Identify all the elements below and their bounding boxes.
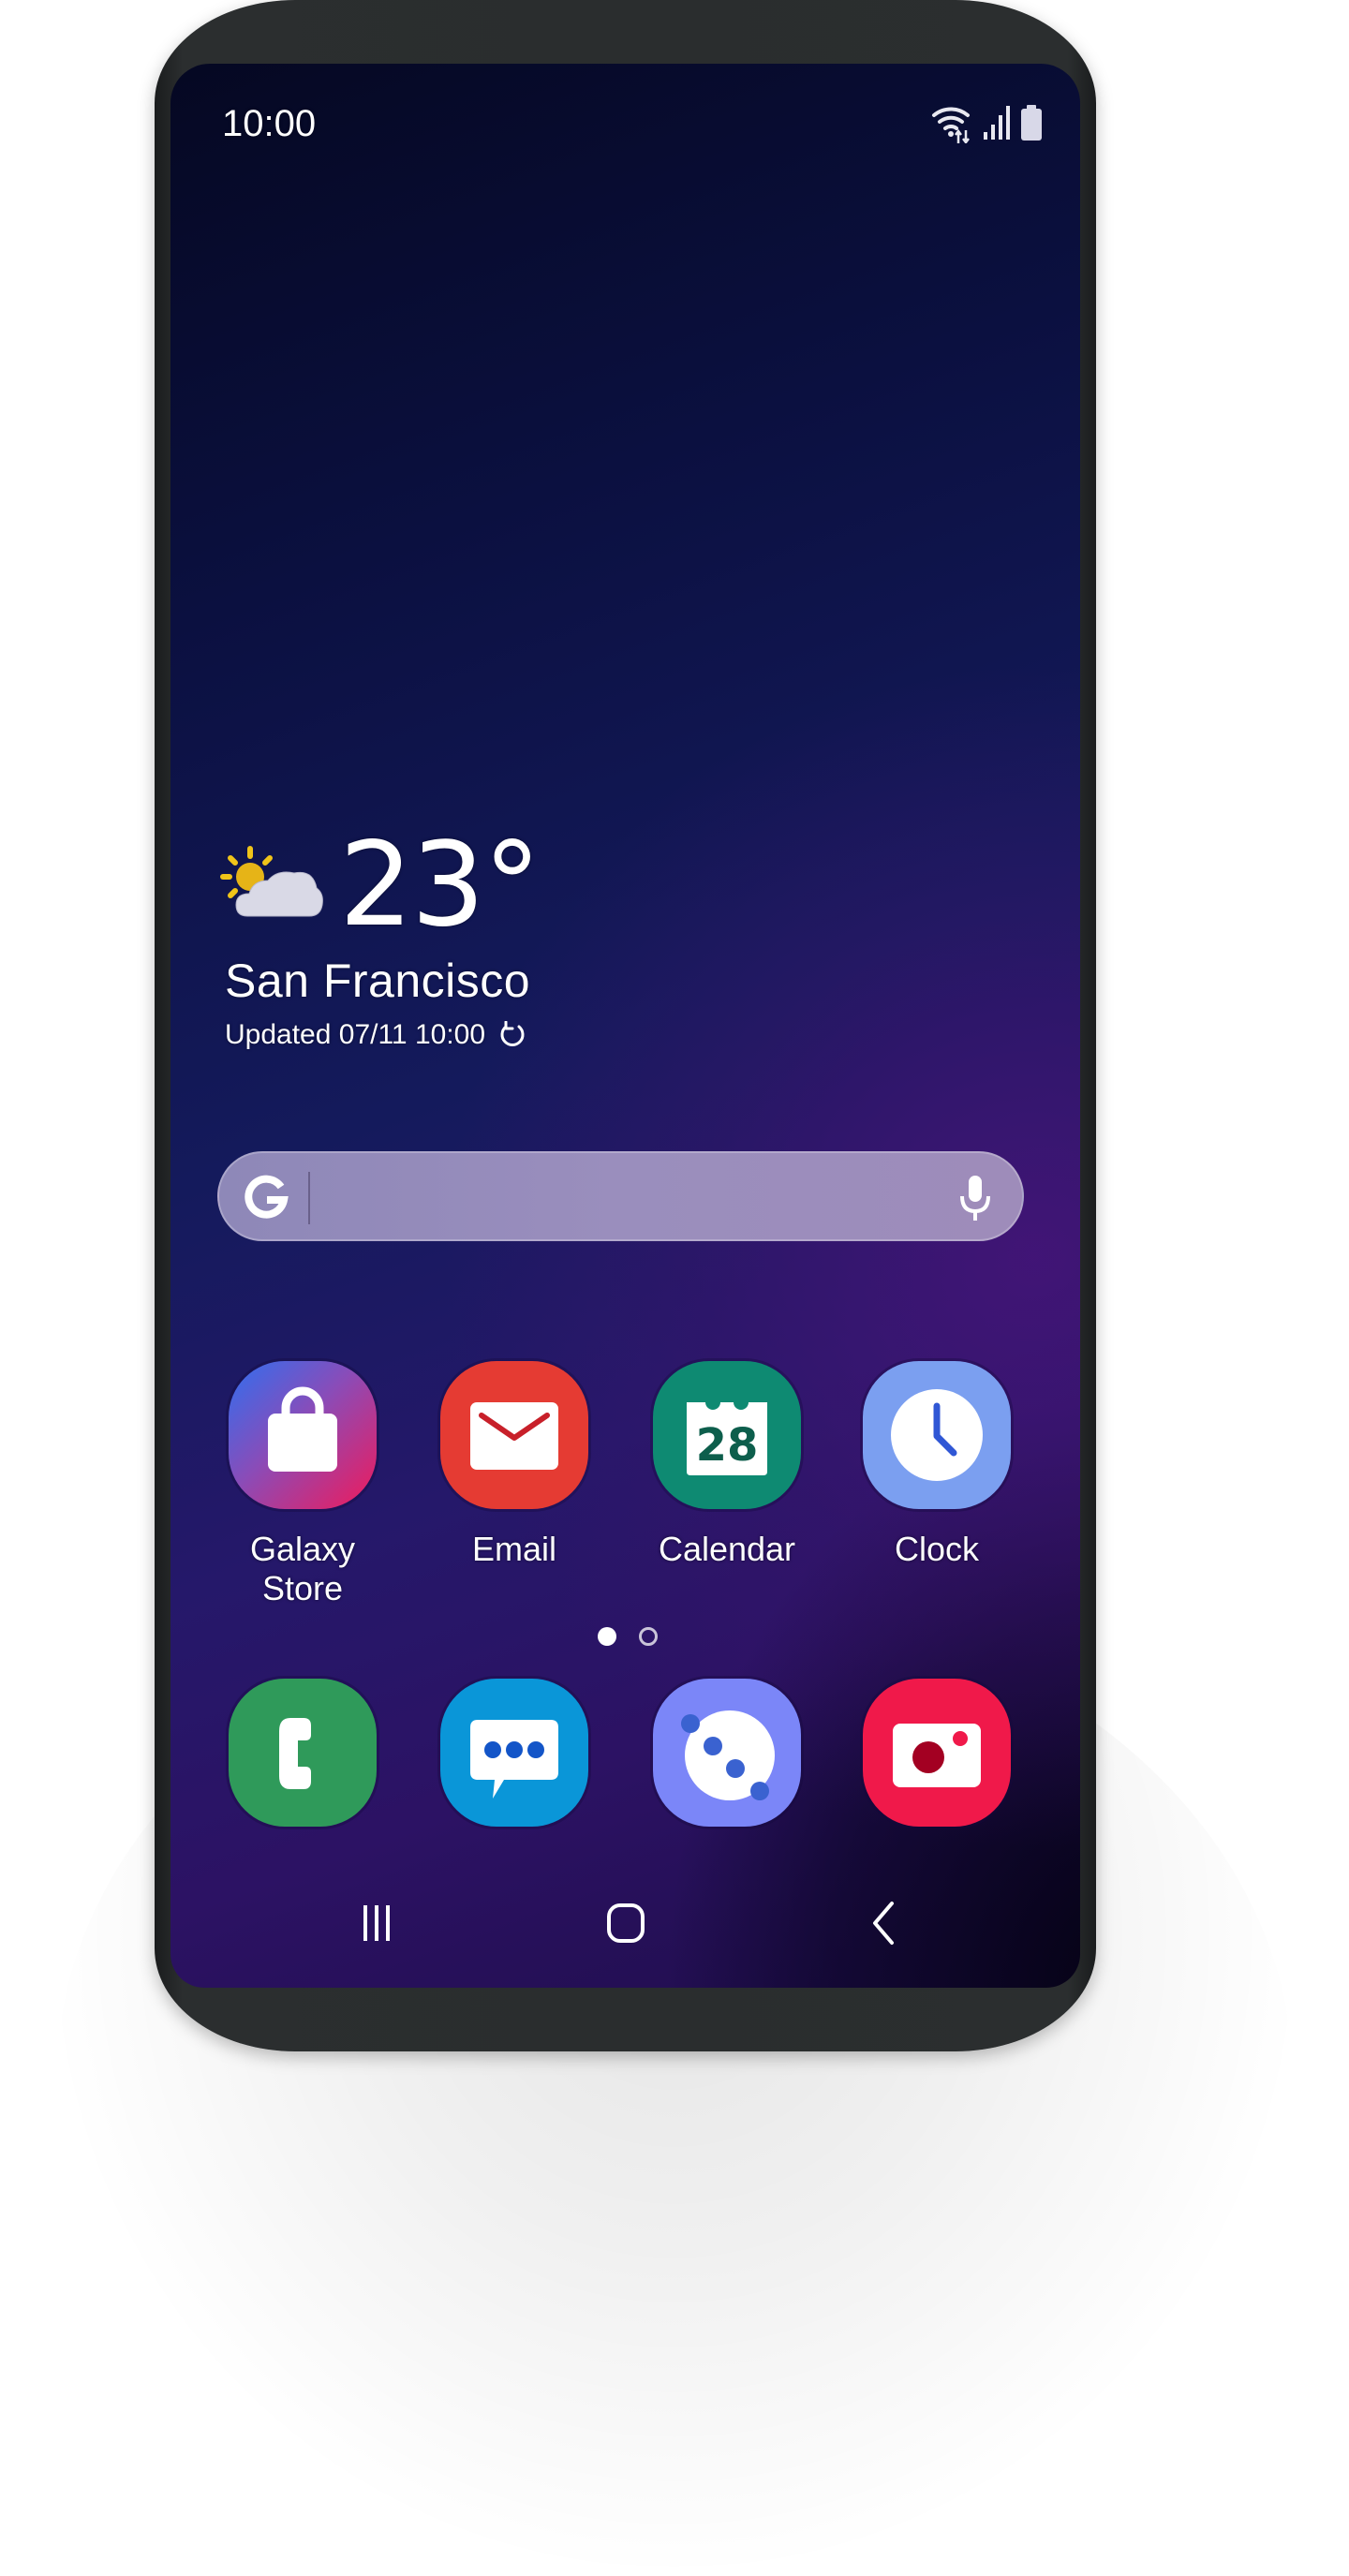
app-galaxy-store[interactable]: Galaxy Store: [209, 1361, 396, 1608]
status-time: 10:00: [222, 103, 317, 144]
phone-icon: [229, 1679, 377, 1827]
search-cursor: [308, 1172, 310, 1224]
weather-updated-text: Updated 07/11 10:00: [225, 1019, 486, 1050]
battery-icon: [1020, 104, 1043, 141]
internet-planet-icon: [653, 1679, 801, 1827]
app-email[interactable]: Email: [421, 1361, 608, 1569]
weather-city: San Francisco: [225, 955, 531, 1007]
dock-app-camera[interactable]: [843, 1679, 1030, 1827]
weather-temperature: 23°: [339, 818, 541, 953]
app-label: Clock: [894, 1530, 980, 1568]
calendar-icon: 28: [653, 1361, 801, 1509]
wifi-data-icon: [930, 102, 975, 143]
google-g-icon: [240, 1172, 292, 1224]
home-icon: [605, 1900, 646, 1947]
clock-icon: [863, 1361, 1011, 1509]
envelope-icon: [440, 1361, 588, 1509]
recents-icon: [358, 1900, 395, 1947]
app-label: Calendar: [658, 1530, 796, 1568]
cellular-signal-icon: [983, 104, 1013, 141]
recents-button[interactable]: [358, 1900, 395, 1947]
home-screen: 10:00 23° San Francisco Updated 07/11 10…: [170, 64, 1080, 1988]
app-label: Galaxy Store: [249, 1530, 356, 1607]
page-indicator: [598, 1627, 658, 1646]
dock-app-internet[interactable]: [633, 1679, 821, 1827]
message-bubble-icon: [440, 1679, 588, 1827]
back-button[interactable]: [869, 1900, 897, 1947]
camera-icon: [863, 1679, 1011, 1827]
partly-cloudy-icon[interactable]: [219, 841, 327, 925]
calendar-date: 28: [695, 1419, 759, 1472]
refresh-icon[interactable]: [498, 1021, 526, 1049]
weather-updated: Updated 07/11 10:00: [225, 1019, 526, 1051]
status-icons: [930, 99, 1043, 146]
dock-app-phone[interactable]: [209, 1679, 396, 1827]
app-label: Email: [471, 1530, 557, 1568]
page-dot-inactive[interactable]: [639, 1627, 658, 1646]
shopping-bag-icon: [229, 1361, 377, 1509]
home-button[interactable]: [605, 1900, 646, 1947]
back-icon: [869, 1900, 897, 1947]
microphone-icon[interactable]: [956, 1172, 994, 1224]
page-dot-active[interactable]: [598, 1627, 616, 1646]
app-calendar[interactable]: 28 Calendar: [633, 1361, 821, 1569]
google-search-bar[interactable]: [217, 1151, 1024, 1241]
app-clock[interactable]: Clock: [843, 1361, 1030, 1569]
dock-app-messages[interactable]: [421, 1679, 608, 1827]
